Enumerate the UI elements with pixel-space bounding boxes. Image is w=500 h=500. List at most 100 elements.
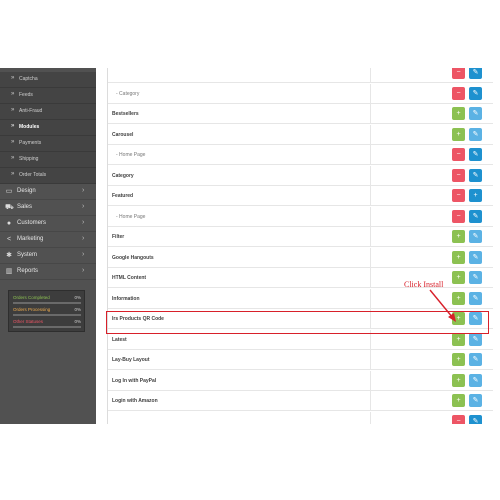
column-divider	[370, 206, 371, 227]
edit-button[interactable]: ✎	[469, 148, 482, 161]
install-button[interactable]: +	[452, 107, 465, 120]
screen: » Captcha » Feeds » Anti-Fraud » Modules » Paymen…	[0, 0, 500, 500]
edit-button[interactable]: ✎	[469, 209, 482, 223]
sidebar-subitem-modules[interactable]: » Modules	[0, 120, 96, 136]
sidebar-item-reports[interactable]: ▥ Reports ›	[0, 264, 96, 280]
order-stat-label: Orders Processing	[13, 307, 51, 312]
chevron-right-icon: ›	[82, 187, 85, 194]
user-icon: ●	[6, 220, 12, 227]
module-name: HTML Content	[112, 275, 147, 281]
uninstall-button[interactable]: −	[452, 68, 465, 79]
table-row: Featured − +	[108, 186, 493, 206]
cart-icon: ⛟	[5, 204, 14, 211]
uninstall-button[interactable]: −	[452, 86, 465, 100]
install-button[interactable]: +	[452, 250, 465, 264]
sidebar-subitem-label: Order Totals	[19, 172, 47, 178]
install-button[interactable]: +	[452, 271, 465, 284]
column-divider	[370, 411, 371, 424]
module-name: - Home Page	[116, 213, 146, 220]
share-icon: <	[6, 236, 12, 243]
sidebar-item-system[interactable]: ✱ System ›	[0, 248, 96, 264]
chevron-right-icon: »	[11, 107, 15, 113]
module-name: Google Hangouts	[112, 254, 154, 261]
table-row: - Home Page − ✎	[108, 206, 493, 227]
order-stat: Orders Completed 0%	[12, 294, 82, 305]
table-row: Log In with PayPal + ✎	[108, 370, 493, 391]
order-status-panel: Orders Completed 0% Orders Processing 0% Oth…	[8, 290, 85, 332]
minus-circle-icon: −	[456, 69, 461, 76]
plus-circle-icon: +	[456, 110, 461, 117]
module-name: Information	[112, 295, 140, 302]
install-button[interactable]: +	[452, 394, 465, 407]
edit-button[interactable]: ✎	[469, 168, 482, 182]
plus-circle-icon: +	[456, 130, 461, 138]
sidebar-subitem-label: Modules	[19, 124, 40, 130]
order-stat-percent: 0%	[74, 319, 81, 324]
chevron-right-icon: ›	[82, 203, 85, 210]
plus-circle-icon: +	[456, 233, 461, 240]
uninstall-button[interactable]: −	[452, 148, 465, 161]
sidebar-subitem-order-totals[interactable]: » Order Totals	[0, 168, 96, 184]
edit-button[interactable]: ✎	[469, 86, 482, 100]
plus-circle-icon: +	[473, 192, 478, 199]
order-stat-percent: 0%	[74, 307, 81, 312]
edit-button[interactable]: ✎	[469, 373, 482, 387]
add-button[interactable]: +	[469, 189, 482, 202]
sidebar-subitem-label: Anti-Fraud	[19, 108, 43, 114]
plus-circle-icon: +	[456, 376, 461, 384]
gear-icon: ✱	[6, 252, 12, 259]
pencil-icon: ✎	[472, 397, 479, 404]
monitor-icon: ▭	[5, 188, 13, 195]
chevron-right-icon: ›	[82, 219, 85, 226]
edit-button[interactable]: ✎	[469, 271, 482, 284]
sidebar-item-customers[interactable]: ● Customers ›	[0, 216, 96, 232]
edit-button[interactable]: ✎	[469, 414, 482, 424]
sidebar-item-sales[interactable]: ⛟ Sales ›	[0, 200, 96, 216]
modules-table: − ✎ - Category − ✎ Bestsellers + ✎ Carousel + ✎ - H…	[107, 68, 493, 424]
chevron-right-icon: ›	[82, 251, 85, 258]
install-button[interactable]: +	[452, 353, 465, 366]
column-divider	[370, 391, 371, 411]
install-button[interactable]: +	[452, 332, 465, 346]
table-row: − ✎	[108, 411, 493, 424]
sidebar-item-marketing[interactable]: < Marketing ›	[0, 232, 96, 248]
install-button[interactable]: +	[452, 373, 465, 387]
sidebar-subitem-label: Captcha	[19, 76, 38, 82]
column-divider	[370, 227, 371, 247]
uninstall-button[interactable]: −	[452, 189, 465, 202]
pencil-icon: ✎	[472, 274, 479, 281]
sidebar-subitem-shipping[interactable]: » Shipping	[0, 152, 96, 168]
sidebar-subitem-captcha[interactable]: » Captcha	[0, 72, 96, 88]
table-row: − ✎	[108, 68, 493, 83]
edit-button[interactable]: ✎	[469, 68, 482, 79]
install-button[interactable]: +	[452, 230, 465, 243]
pencil-icon: ✎	[472, 253, 479, 261]
edit-button[interactable]: ✎	[469, 250, 482, 264]
uninstall-button[interactable]: −	[452, 414, 465, 424]
edit-button[interactable]: ✎	[469, 107, 482, 120]
module-name: Lay-Buy Layout	[112, 357, 150, 363]
order-stat-label: Other Statuses	[13, 319, 44, 324]
table-row: Bestsellers + ✎	[108, 104, 493, 124]
edit-button[interactable]: ✎	[469, 394, 482, 407]
sidebar-subitem-anti-fraud[interactable]: » Anti-Fraud	[0, 104, 96, 120]
sidebar-item-label: Reports	[17, 268, 39, 274]
edit-button[interactable]: ✎	[469, 332, 482, 346]
edit-button[interactable]: ✎	[469, 127, 482, 141]
module-name: Featured	[112, 193, 134, 199]
install-button[interactable]: +	[452, 127, 465, 141]
column-divider	[370, 145, 371, 165]
uninstall-button[interactable]: −	[452, 168, 465, 182]
edit-button[interactable]: ✎	[469, 230, 482, 243]
minus-circle-icon: −	[456, 171, 461, 179]
uninstall-button[interactable]: −	[452, 209, 465, 223]
sidebar-subitem-feeds[interactable]: » Feeds	[0, 88, 96, 104]
sidebar-subitem-payments[interactable]: » Payments	[0, 136, 96, 152]
pencil-icon: ✎	[472, 69, 479, 76]
column-divider	[370, 350, 371, 370]
column-divider	[370, 83, 371, 104]
bar-chart-icon: ▥	[5, 268, 13, 275]
edit-button[interactable]: ✎	[469, 353, 482, 366]
table-row: Carousel + ✎	[108, 124, 493, 145]
sidebar-item-design[interactable]: ▭ Design ›	[0, 184, 96, 200]
